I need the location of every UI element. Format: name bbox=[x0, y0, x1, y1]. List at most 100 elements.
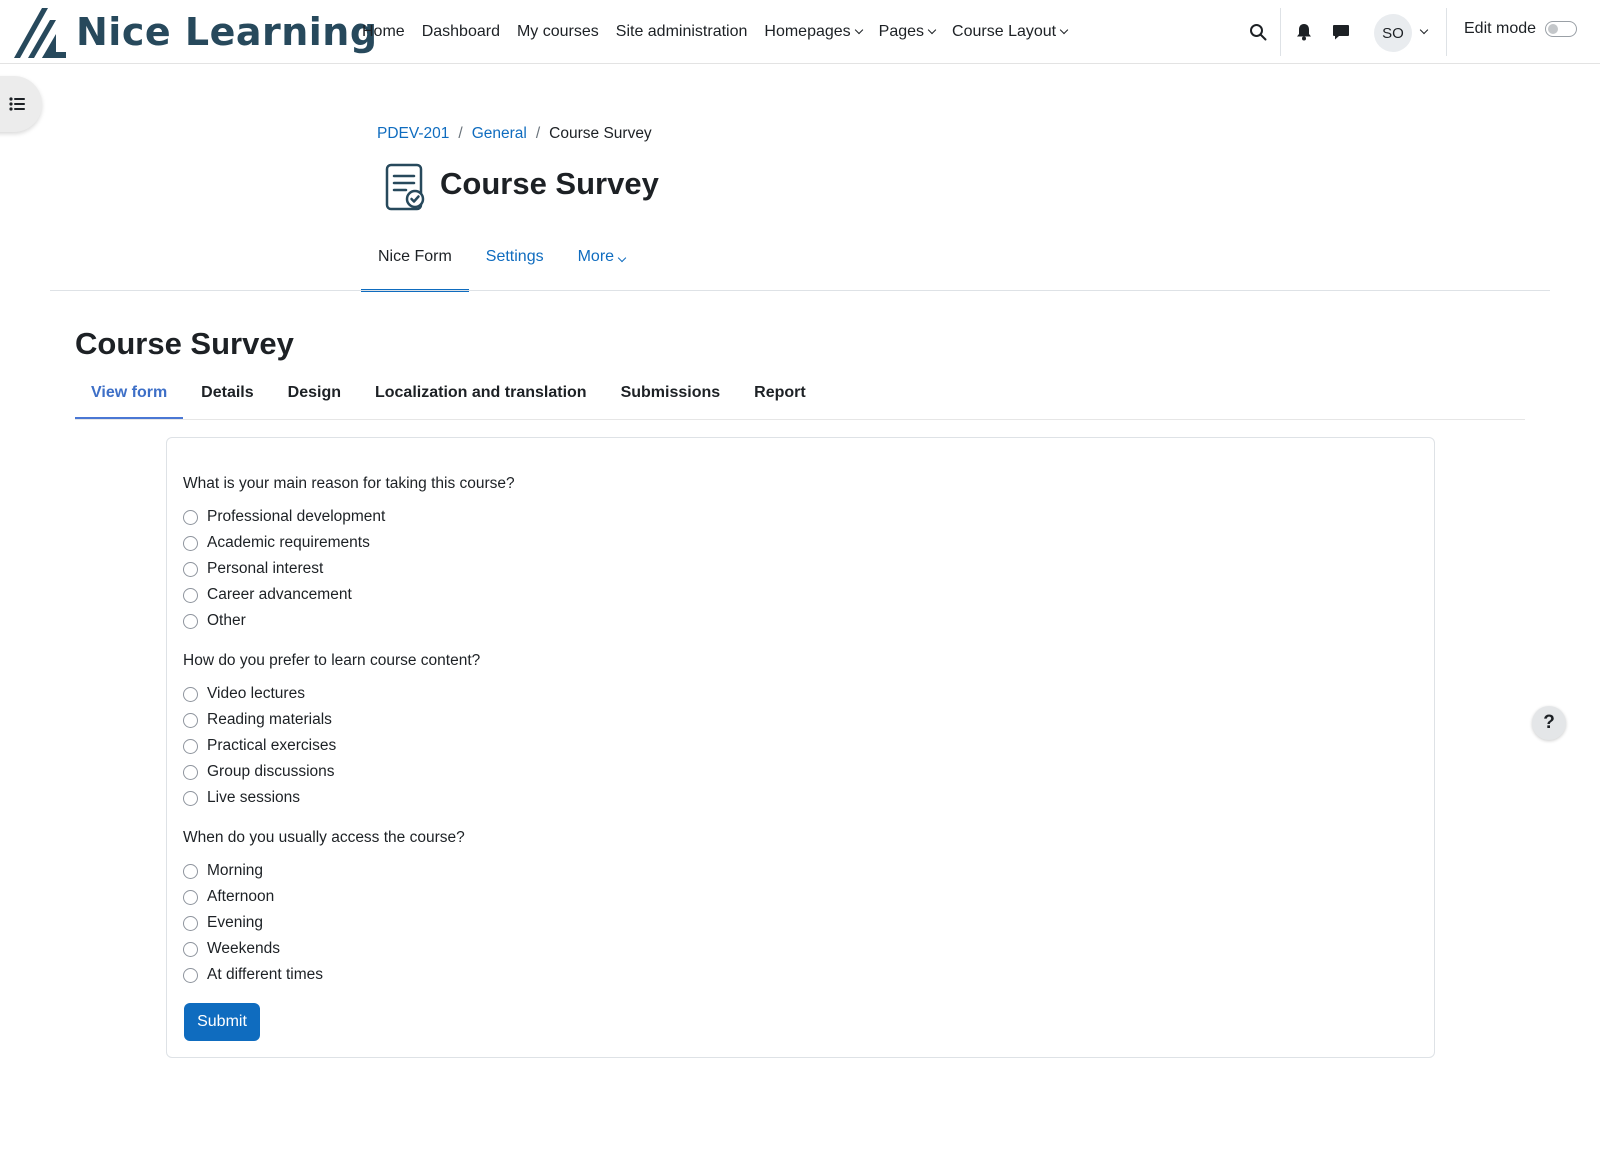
help-button[interactable]: ? bbox=[1532, 706, 1566, 740]
survey-form: What is your main reason for taking this… bbox=[166, 437, 1435, 1058]
tab-details[interactable]: Details bbox=[185, 374, 269, 420]
radio-option[interactable]: Live sessions bbox=[183, 787, 300, 809]
radio-button[interactable] bbox=[183, 561, 198, 577]
radio-option[interactable]: Evening bbox=[183, 912, 263, 934]
nav-site-administration[interactable]: Site administration bbox=[616, 23, 748, 41]
chevron-down-icon bbox=[854, 25, 863, 35]
tab-localization[interactable]: Localization and translation bbox=[359, 374, 603, 420]
question-label: When do you usually access the course? bbox=[183, 829, 465, 846]
radio-option[interactable]: Academic requirements bbox=[183, 532, 370, 554]
tab-more-dropdown[interactable]: More bbox=[561, 242, 642, 292]
form-document-icon bbox=[385, 163, 425, 211]
search-icon bbox=[1250, 24, 1267, 41]
brand-name: Nice Learning bbox=[76, 10, 378, 54]
option-label: At different times bbox=[207, 966, 324, 983]
option-label: Group discussions bbox=[207, 763, 335, 780]
option-label: Practical exercises bbox=[207, 737, 337, 754]
tab-settings[interactable]: Settings bbox=[469, 242, 561, 292]
nav-home[interactable]: Home bbox=[362, 23, 405, 41]
nav-homepages-label: Homepages bbox=[764, 23, 851, 40]
radio-button[interactable] bbox=[183, 712, 198, 728]
option-label: Academic requirements bbox=[207, 534, 370, 551]
radio-button[interactable] bbox=[183, 863, 198, 879]
user-avatar[interactable]: SO bbox=[1374, 14, 1412, 52]
option-label: Weekends bbox=[207, 940, 280, 957]
tab-view-form-label: View form bbox=[91, 384, 168, 401]
radio-button[interactable] bbox=[183, 790, 198, 806]
primary-navigation: Home Dashboard My courses Site administr… bbox=[362, 0, 1084, 64]
top-navbar: Nice Learning Home Dashboard My courses … bbox=[0, 0, 1600, 64]
messages-button[interactable] bbox=[1327, 18, 1355, 46]
tab-design[interactable]: Design bbox=[272, 374, 357, 420]
radio-button[interactable] bbox=[183, 686, 198, 702]
radio-button[interactable] bbox=[183, 941, 198, 957]
radio-button[interactable] bbox=[183, 967, 198, 983]
radio-option[interactable]: Group discussions bbox=[183, 761, 335, 783]
navbar-divider bbox=[1446, 8, 1447, 56]
radio-option[interactable]: Morning bbox=[183, 860, 263, 882]
nav-homepages-dropdown[interactable]: Homepages bbox=[764, 23, 863, 41]
option-label: Morning bbox=[207, 862, 263, 879]
option-label: Afternoon bbox=[207, 888, 275, 905]
radio-button[interactable] bbox=[183, 764, 198, 780]
option-label: Professional development bbox=[207, 508, 386, 525]
breadcrumb-course-link[interactable]: PDEV-201 bbox=[377, 125, 449, 143]
radio-option[interactable]: Practical exercises bbox=[183, 735, 336, 757]
nav-dashboard[interactable]: Dashboard bbox=[422, 23, 500, 41]
secondary-navigation: Nice Form Settings More bbox=[361, 242, 642, 292]
tab-view-form[interactable]: View form bbox=[75, 374, 184, 420]
submit-button[interactable]: Submit bbox=[184, 1003, 260, 1041]
radio-button[interactable] bbox=[183, 889, 198, 905]
question-label: How do you prefer to learn course conten… bbox=[183, 652, 481, 669]
chat-icon bbox=[1333, 25, 1349, 40]
list-icon bbox=[9, 97, 25, 111]
radio-button[interactable] bbox=[183, 509, 198, 525]
nav-course-layout-label: Course Layout bbox=[952, 23, 1057, 40]
radio-button[interactable] bbox=[183, 587, 198, 603]
option-label: Evening bbox=[207, 914, 264, 931]
tab-submissions[interactable]: Submissions bbox=[605, 374, 737, 420]
radio-option[interactable]: Professional development bbox=[183, 506, 385, 528]
nav-course-layout-dropdown[interactable]: Course Layout bbox=[952, 23, 1069, 41]
tab-report[interactable]: Report bbox=[738, 374, 822, 420]
option-label: Reading materials bbox=[207, 711, 332, 728]
edit-mode-toggle[interactable] bbox=[1545, 21, 1578, 37]
radio-option[interactable]: Afternoon bbox=[183, 886, 274, 908]
brand-link[interactable]: Nice Learning bbox=[12, 4, 378, 60]
bell-icon bbox=[1297, 24, 1311, 41]
form-tabs-divider bbox=[75, 419, 1525, 420]
radio-button[interactable] bbox=[183, 915, 198, 931]
chevron-down-icon bbox=[927, 25, 937, 35]
radio-option[interactable]: Weekends bbox=[183, 938, 280, 960]
nav-pages-dropdown[interactable]: Pages bbox=[879, 23, 937, 41]
notifications-button[interactable] bbox=[1290, 18, 1318, 46]
radio-option[interactable]: Other bbox=[183, 610, 246, 632]
form-title: Course Survey bbox=[75, 326, 294, 361]
radio-option[interactable]: Video lectures bbox=[183, 683, 305, 705]
nav-my-courses-label: My courses bbox=[516, 23, 599, 40]
header-divider bbox=[50, 290, 1550, 291]
edit-mode-control: Edit mode bbox=[1464, 20, 1578, 38]
course-index-drawer-toggle[interactable] bbox=[0, 76, 42, 132]
edit-mode-label: Edit mode bbox=[1464, 20, 1537, 37]
tab-nice-form[interactable]: Nice Form bbox=[361, 242, 469, 292]
radio-option[interactable]: Reading materials bbox=[183, 709, 332, 731]
radio-button[interactable] bbox=[183, 535, 198, 551]
radio-button[interactable] bbox=[183, 738, 198, 754]
brand-logo-icon bbox=[14, 8, 66, 58]
chevron-down-icon bbox=[1059, 25, 1069, 35]
radio-button[interactable] bbox=[183, 613, 198, 629]
nav-my-courses[interactable]: My courses bbox=[517, 23, 599, 41]
user-menu-toggle[interactable] bbox=[1410, 18, 1438, 46]
tab-design-label: Design bbox=[287, 384, 341, 401]
radio-option[interactable]: At different times bbox=[183, 964, 323, 986]
radio-option[interactable]: Career advancement bbox=[183, 584, 352, 606]
navbar-divider bbox=[1280, 8, 1281, 56]
page-title: Course Survey bbox=[440, 166, 659, 201]
breadcrumb-section-link[interactable]: General bbox=[472, 125, 527, 143]
search-button[interactable] bbox=[1244, 18, 1272, 46]
option-label: Personal interest bbox=[207, 560, 324, 577]
breadcrumb-current: Course Survey bbox=[549, 125, 652, 142]
radio-option[interactable]: Personal interest bbox=[183, 558, 323, 580]
question-label: What is your main reason for taking this… bbox=[183, 475, 515, 492]
